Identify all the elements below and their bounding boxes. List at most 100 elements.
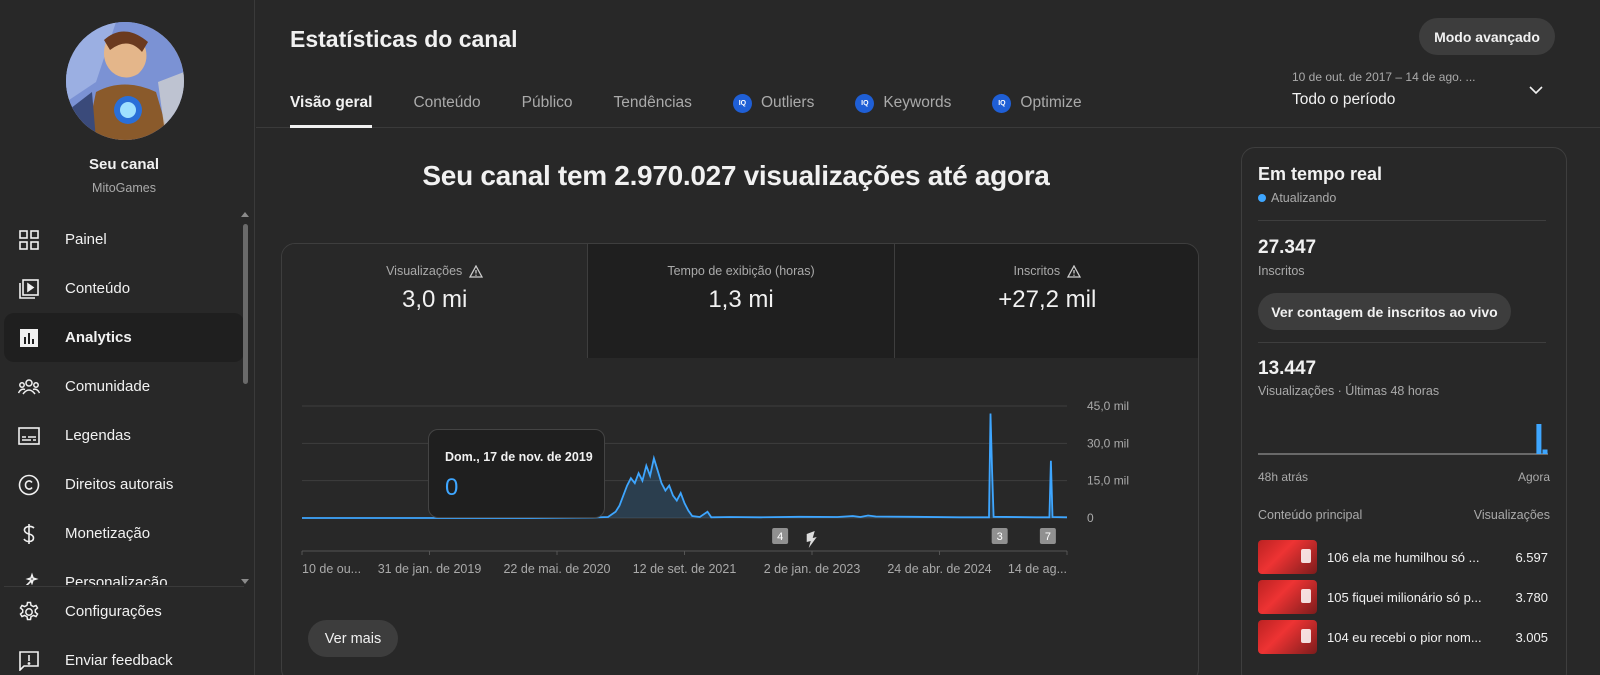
views-chart[interactable]: 0 15,0 mil 30,0 mil 45,0 mil 10 de ou... 31 d… <box>282 358 1199 598</box>
page-header: Estatísticas do canal Modo avançado Visã… <box>256 0 1600 128</box>
customization-icon <box>18 571 40 585</box>
metrics-row: Visualizações 3,0 mi Tempo de exibição (… <box>282 244 1198 358</box>
top-content-row[interactable]: 105 fiquei milionário só p... 3.780 <box>1258 580 1548 614</box>
x-tick-label: 10 de ou... <box>302 562 361 576</box>
sidebar-item-painel[interactable]: Painel <box>4 215 244 264</box>
top-content-row[interactable]: 104 eu recebi o pior nom... 3.005 <box>1258 620 1548 654</box>
x-tick-label: 31 de jan. de 2019 <box>378 562 482 576</box>
y-tick-label: 45,0 mil <box>1087 399 1129 413</box>
video-title: 105 fiquei milionário só p... <box>1327 589 1482 605</box>
page-title: Estatísticas do canal <box>290 26 518 52</box>
overview-card: Visualizações 3,0 mi Tempo de exibição (… <box>281 243 1199 675</box>
warning-icon[interactable] <box>1067 264 1082 278</box>
channel-name: MitoGames <box>92 181 156 195</box>
video-thumbnail <box>1258 580 1317 614</box>
mini-chart-bar <box>1536 424 1542 454</box>
shorts-marker-icon <box>806 531 817 548</box>
tab-label: Outliers <box>760 94 815 111</box>
tab-outliers[interactable]: IQ Outliers <box>732 82 815 128</box>
metric-views[interactable]: Visualizações 3,0 mi <box>282 244 588 358</box>
warning-icon[interactable] <box>469 264 484 278</box>
top-content-row[interactable]: 106 ela me humilhou só ... 6.597 <box>1258 540 1548 574</box>
content-icon <box>18 278 40 300</box>
iq-badge-icon: IQ <box>855 94 875 113</box>
analytics-icon <box>18 327 40 349</box>
metric-label: Visualizações <box>386 264 463 278</box>
x-tick-label: 12 de set. de 2021 <box>633 562 737 576</box>
tab-publico[interactable]: Público <box>522 82 573 128</box>
sidebar-item-configuracoes[interactable]: Configurações <box>4 587 244 636</box>
sidebar-item-monetizacao[interactable]: Monetização <box>4 509 244 558</box>
y-tick-label: 0 <box>1087 511 1094 525</box>
sidebar-item-label: Enviar feedback <box>65 652 173 669</box>
video-views: 6.597 <box>1515 549 1548 565</box>
metric-label-row: Visualizações <box>282 264 587 278</box>
advanced-mode-button[interactable]: Modo avançado <box>1419 18 1555 55</box>
x-tick-label: 22 de mai. de 2020 <box>503 562 610 576</box>
tooltip-date: Dom., 17 de nov. de 2019 <box>445 450 593 464</box>
subscriber-label: Inscritos <box>1258 264 1305 278</box>
period-range: 10 de out. de 2017 – 14 de ago. ... <box>1292 70 1476 84</box>
sidebar-item-direitos-autorais[interactable]: Direitos autorais <box>4 460 244 509</box>
iq-badge-icon: IQ <box>992 94 1012 113</box>
sidebar-bottom: Configurações Enviar feedback <box>4 586 244 675</box>
tab-tendencias[interactable]: Tendências <box>614 82 692 128</box>
sidebar-item-enviar-feedback[interactable]: Enviar feedback <box>4 636 244 675</box>
realtime-axis-start: 48h atrás <box>1258 470 1309 484</box>
scroll-down-icon[interactable] <box>241 579 249 584</box>
copyright-icon <box>18 474 40 496</box>
chevron-down-icon[interactable] <box>1528 84 1544 96</box>
live-dot-icon <box>1258 194 1266 202</box>
gear-icon <box>18 601 40 623</box>
channel-avatar[interactable] <box>66 22 184 140</box>
scroll-up-icon[interactable] <box>241 212 249 217</box>
metric-label: Tempo de exibição (horas) <box>667 264 815 278</box>
metric-label-row: Inscritos <box>895 264 1198 278</box>
realtime-views-chart[interactable] <box>1258 418 1548 468</box>
sidebar-item-label: Monetização <box>65 525 151 542</box>
metric-watch-time[interactable]: Tempo de exibição (horas) 1,3 mi <box>587 244 894 358</box>
sidebar-item-analytics[interactable]: Analytics <box>4 313 244 362</box>
video-views: 3.005 <box>1515 629 1548 645</box>
video-views: 3.780 <box>1515 589 1548 605</box>
tab-visao-geral[interactable]: Visão geral <box>290 82 373 128</box>
app-root: Seu canal MitoGames Painel Conteúdo Anal… <box>0 0 1600 675</box>
period-selector[interactable]: 10 de out. de 2017 – 14 de ago. ... Todo… <box>1292 70 1532 109</box>
sidebar-scrollbar[interactable] <box>240 212 250 584</box>
metric-subscribers[interactable]: Inscritos +27,2 mil <box>893 244 1198 358</box>
sidebar-item-personalizacao[interactable]: Personalização <box>4 558 244 585</box>
tooltip-value: 0 <box>445 474 459 501</box>
tab-keywords[interactable]: IQ Keywords <box>855 82 951 128</box>
total-views-headline: Seu canal tem 2.970.027 visualizações at… <box>422 160 1050 191</box>
sidebar-item-label: Analytics <box>65 329 132 346</box>
sidebar-item-conteudo[interactable]: Conteúdo <box>4 264 244 313</box>
live-subscriber-count-button[interactable]: Ver contagem de inscritos ao vivo <box>1258 293 1511 330</box>
period-value: Todo o período <box>1292 91 1396 108</box>
sidebar-item-label: Comunidade <box>65 378 151 395</box>
sidebar: Seu canal MitoGames Painel Conteúdo Anal… <box>0 0 255 675</box>
tab-optimize[interactable]: IQ Optimize <box>992 82 1082 128</box>
tab-label: Keywords <box>883 94 952 111</box>
sidebar-item-comunidade[interactable]: Comunidade <box>4 362 244 411</box>
mini-chart-bar <box>1542 449 1548 454</box>
metric-label-row: Tempo de exibição (horas) <box>588 264 893 278</box>
sidebar-item-legendas[interactable]: Legendas <box>4 411 244 460</box>
channel-title: Seu canal <box>88 156 160 173</box>
tab-conteudo[interactable]: Conteúdo <box>413 82 480 128</box>
video-thumbnail <box>1258 540 1317 574</box>
video-title: 104 eu recebi o pior nom... <box>1327 629 1482 645</box>
dashboard-icon <box>18 229 40 251</box>
tab-label: Público <box>521 94 573 111</box>
x-tick-label: 14 de ag... <box>1008 562 1067 576</box>
see-more-button[interactable]: Ver mais <box>308 620 398 657</box>
scrollbar-thumb[interactable] <box>243 224 248 384</box>
top-content-header: Conteúdo principal <box>1258 508 1363 522</box>
metric-value: 1,3 mi <box>708 286 774 313</box>
subtitles-icon <box>18 425 40 447</box>
video-title: 106 ela me humilhou só ... <box>1327 549 1480 565</box>
tab-label: Optimize <box>1020 94 1082 111</box>
metric-value: +27,2 mil <box>998 286 1097 313</box>
divider <box>1258 220 1546 221</box>
sidebar-item-label: Legendas <box>65 427 131 444</box>
x-tick-label: 2 de jan. de 2023 <box>764 562 861 576</box>
